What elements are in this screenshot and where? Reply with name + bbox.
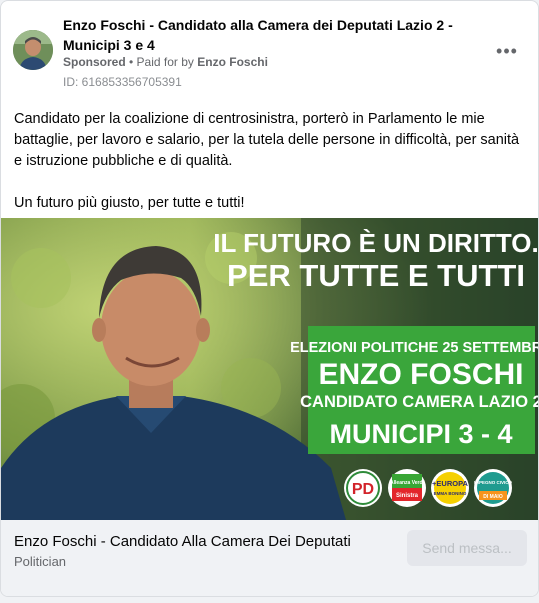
sponsored-meta: Sponsored • Paid for by Enzo Foschi [63,55,268,69]
box-line-1: ELEZIONI POLITICHE 25 SETTEMBRE [290,340,539,356]
paid-for-name[interactable]: Enzo Foschi [197,55,268,69]
paid-for-prefix: • Paid for by [129,55,194,69]
foliage [11,248,71,308]
avatar-image [13,30,53,70]
ad-creative-image[interactable]: IL FUTURO È UN DIRITTO. PER TUTTE E TUTT… [1,218,539,520]
ad-card: Enzo Foschi - Candidato alla Camera dei … [0,0,539,597]
logo-ic-text: IMPEGNO CIVICO [474,480,513,485]
logo-pd-text: PD [352,481,374,498]
logo-europa-text: +EUROPA [432,479,468,488]
headline-1: IL FUTURO È UN DIRITTO. [213,228,538,258]
send-message-button[interactable]: Send messa... [407,530,527,566]
body-paragraph: Candidato per la coalizione di centrosin… [14,111,520,169]
cta-footer: Enzo Foschi - Candidato Alla Camera Dei … [1,520,538,596]
post-body: Candidato per la coalizione di centrosin… [14,109,529,214]
more-options-icon[interactable]: ••• [491,37,523,65]
body-paragraph: Un futuro più giusto, per tutte e tutti! [14,195,245,211]
headline-2: PER TUTTE E TUTTI [227,258,525,293]
box-line-2: ENZO FOSCHI [318,358,523,391]
footer-page-title[interactable]: Enzo Foschi - Candidato Alla Camera Dei … [14,533,351,550]
sponsored-label: Sponsored [63,55,126,69]
post-header: Enzo Foschi - Candidato alla Camera dei … [1,1,538,101]
avatar[interactable] [13,30,53,70]
ad-id: ID: 616853356705391 [63,75,182,89]
party-logo-europa: +EUROPA EMMA BONINO [431,469,469,507]
footer-page-category: Politician [14,554,67,569]
party-logo-avs: Alleanza Verdi Sinistra [388,469,426,507]
logo-avs-text-a: Alleanza Verdi [390,480,425,486]
box-line-4: MUNICIPI 3 - 4 [329,419,512,449]
logo-ic-sub: DI MAIO [483,494,503,500]
box-line-3: CANDIDATO CAMERA LAZIO 2 [300,393,539,411]
logo-avs-text-b: Sinistra [396,493,419,499]
party-logo-pd: PD [344,469,382,507]
page-name-link[interactable]: Enzo Foschi - Candidato alla Camera dei … [63,15,463,55]
logo-europa-sub: EMMA BONINO [434,491,467,496]
